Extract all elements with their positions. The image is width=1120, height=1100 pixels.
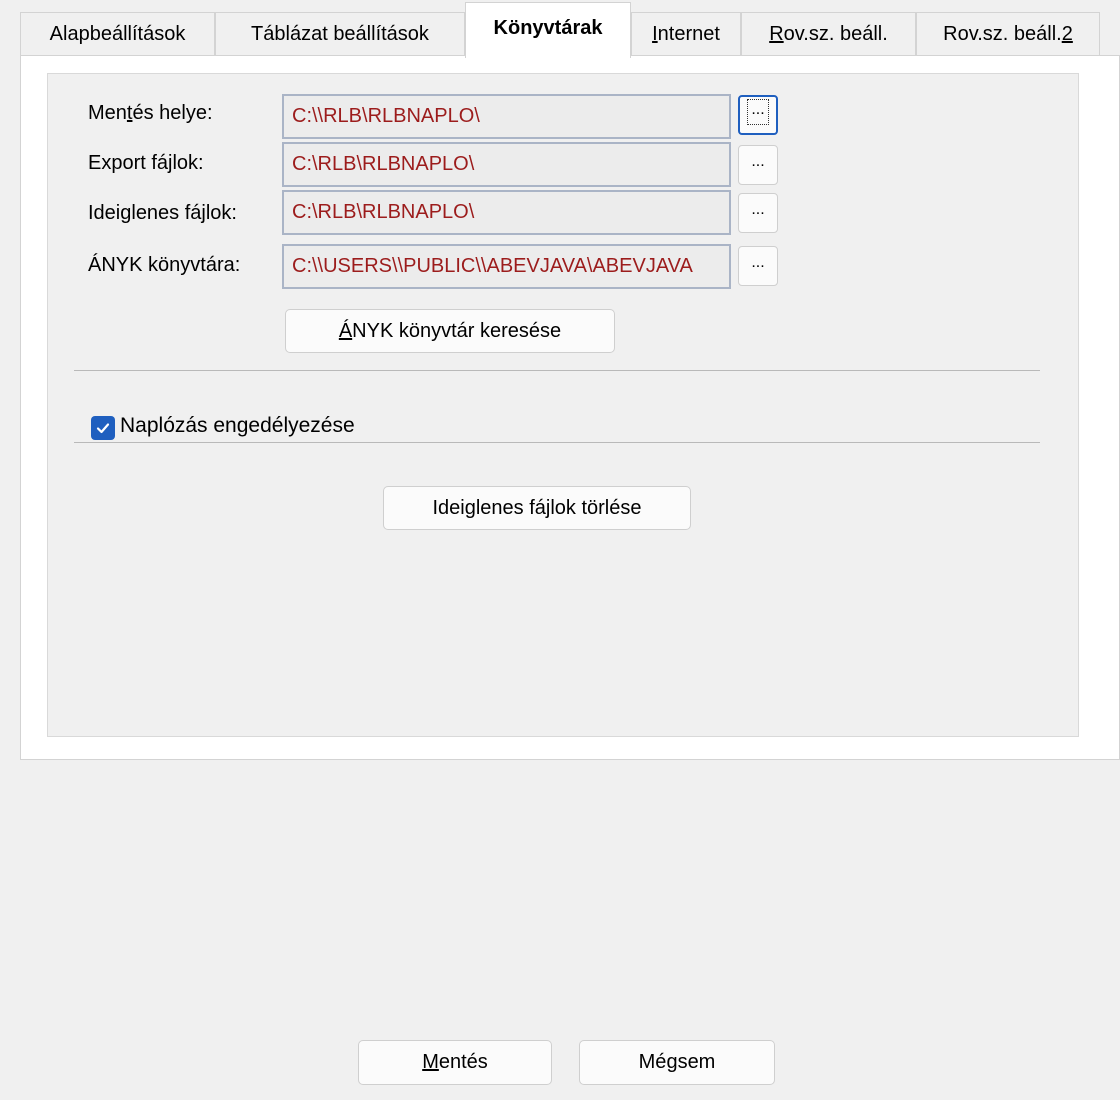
tab-konyvtarak[interactable]: Könyvtárak xyxy=(465,2,631,58)
tab-rovsz-beall-label: Rov.sz. beáll. xyxy=(769,23,888,45)
save-location-browse-button[interactable]: ... xyxy=(738,95,778,135)
anyk-search-button-label: ÁNYK könyvtár keresése xyxy=(338,319,562,342)
cancel-button[interactable]: Mégsem xyxy=(579,1040,775,1085)
export-files-label: Export fájlok: xyxy=(88,152,204,174)
save-location-label: Mentés helye: xyxy=(88,102,213,124)
temp-files-field[interactable]: C:\RLB\RLBNAPLO\ xyxy=(282,190,731,235)
save-location-field[interactable]: C:\\RLB\RLBNAPLO\ xyxy=(282,94,731,139)
save-button[interactable]: Mentés xyxy=(358,1040,552,1085)
export-files-browse-button[interactable]: ... xyxy=(738,145,778,185)
tab-rovsz-beall-2-label: Rov.sz. beáll.2 xyxy=(943,23,1073,45)
tab-internet-label: Internet xyxy=(652,23,720,45)
anyk-directory-label: ÁNYK könyvtára: xyxy=(88,254,241,276)
checkmark-icon xyxy=(96,423,110,434)
tab-rovsz-beall-2[interactable]: Rov.sz. beáll.2 xyxy=(916,12,1100,56)
anyk-directory-browse-button[interactable]: ... xyxy=(738,246,778,286)
anyk-search-button[interactable]: ÁNYK könyvtár keresése xyxy=(285,309,615,353)
separator-top xyxy=(74,370,1040,371)
browse-dots: ... xyxy=(747,99,769,125)
temp-files-browse-button[interactable]: ... xyxy=(738,193,778,233)
tab-bar: Alapbeállítások Táblázat beállítások Kön… xyxy=(20,0,1120,58)
cancel-button-label: Mégsem xyxy=(638,1051,716,1073)
separator-bottom xyxy=(74,442,1040,443)
anyk-directory-field[interactable]: C:\\USERS\\PUBLIC\\ABEVJAVA\ABEVJAVA xyxy=(282,244,731,289)
logging-label[interactable]: Naplózás engedélyezése xyxy=(120,414,355,438)
logging-checkbox[interactable] xyxy=(91,416,115,440)
tab-panel-konyvtarak: Mentés helye: C:\\RLB\RLBNAPLO\ ... Expo… xyxy=(20,55,1120,760)
tab-internet[interactable]: Internet xyxy=(631,12,741,56)
clear-temp-files-button[interactable]: Ideiglenes fájlok törlése xyxy=(383,486,691,530)
export-files-field[interactable]: C:\RLB\RLBNAPLO\ xyxy=(282,142,731,187)
tab-alapbeallitasok[interactable]: Alapbeállítások xyxy=(20,12,215,56)
temp-files-label: Ideiglenes fájlok: xyxy=(88,202,237,224)
directories-group: Mentés helye: C:\\RLB\RLBNAPLO\ ... Expo… xyxy=(47,73,1079,737)
tab-rovsz-beall[interactable]: Rov.sz. beáll. xyxy=(741,12,916,56)
tab-tablazat-beallitasok[interactable]: Táblázat beállítások xyxy=(215,12,465,56)
save-button-label: Mentés xyxy=(422,1051,488,1073)
